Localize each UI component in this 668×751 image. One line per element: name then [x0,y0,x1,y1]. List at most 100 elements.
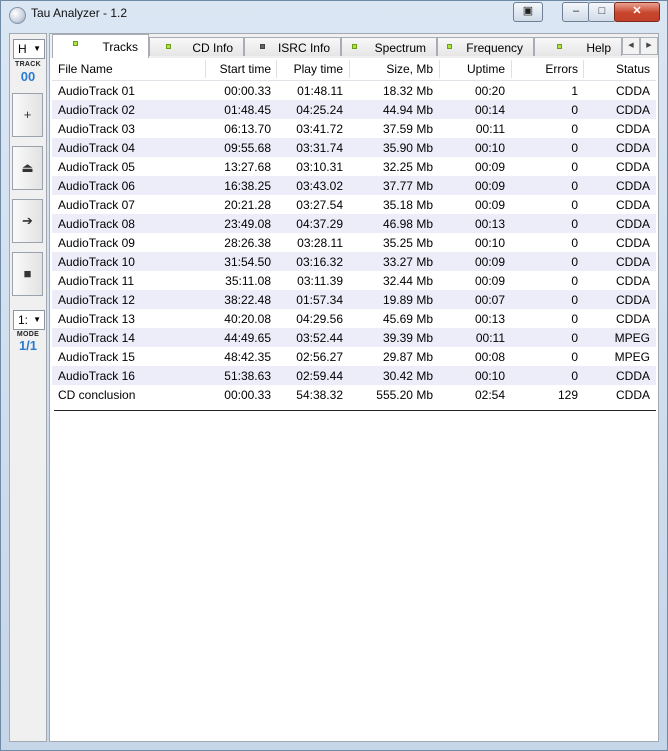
table-cell: 02:56.27 [296,350,343,364]
column-header-play-time[interactable]: Play time [294,62,343,76]
table-row[interactable]: AudioTrack 04 09:55.68 03:31.74 35.90 Mb 00:… [52,138,656,157]
table-cell: CDDA [615,274,650,288]
table-cell: 00:09 [474,160,505,174]
table-cell: AudioTrack 13 [58,312,135,326]
tab-help[interactable]: Help [534,37,622,56]
table-cell: AudioTrack 01 [58,84,135,98]
tab-isrc-info[interactable]: ISRC Info [244,37,341,56]
table-cell: 01:48.45 [224,103,271,117]
tab-label: Help [586,41,611,55]
table-cell: 03:28.11 [297,236,343,250]
plus-icon: + [23,107,32,122]
table-cell: 00:10 [474,236,505,250]
table-row[interactable]: AudioTrack 07 20:21.28 03:27.54 35.18 Mb 00:… [52,195,656,214]
table-cell: 03:52.44 [296,331,343,345]
column-separator[interactable] [439,60,440,78]
table-cell: 00:13 [474,312,505,326]
table-cell: 03:16.32 [296,255,343,269]
table-cell: AudioTrack 09 [58,236,135,250]
table-row[interactable]: AudioTrack 15 48:42.35 02:56.27 29.87 Mb 00:… [52,347,656,366]
table-cell: 00:20 [474,84,505,98]
table-cell: 29.87 Mb [382,350,433,364]
column-separator[interactable] [583,60,584,78]
table-row[interactable]: AudioTrack 14 44:49.65 03:52.44 39.39 Mb 00:… [52,328,656,347]
table-cell: AudioTrack 04 [58,141,135,155]
minimize-button[interactable]: – [562,2,590,22]
tab-label: Frequency [466,41,523,55]
table-row[interactable]: AudioTrack 09 28:26.38 03:28.11 35.25 Mb 00:… [52,233,656,252]
table-cell: CDDA [615,369,650,383]
eject-icon: ⏏ [21,160,34,175]
table-cell: 0 [571,274,578,288]
column-separator[interactable] [276,60,277,78]
table-cell: 0 [571,369,578,383]
table-cell: AudioTrack 16 [58,369,135,383]
table-cell: 0 [571,350,578,364]
table-cell: 28:26.38 [224,236,271,250]
table-cell: 45.69 Mb [382,312,433,326]
table-row[interactable]: AudioTrack 12 38:22.48 01:57.34 19.89 Mb 00:… [52,290,656,309]
table-row[interactable]: AudioTrack 13 40:20.08 04:29.56 45.69 Mb 00:… [52,309,656,328]
table-cell: 19.89 Mb [382,293,433,307]
maximize-button[interactable]: □ [588,2,616,22]
column-header-uptime[interactable]: Uptime [467,62,505,76]
table-cell: CDDA [615,198,650,212]
table-cell: 0 [571,312,578,326]
track-label: TRACK [15,61,41,68]
column-header-errors[interactable]: Errors [545,62,578,76]
table-cell: 20:21.28 [224,198,271,212]
play-button[interactable]: ➔ [12,199,43,243]
table-cell: 04:25.24 [296,103,343,117]
table-row[interactable]: AudioTrack 02 01:48.45 04:25.24 44.94 Mb 00:… [52,100,656,119]
column-separator[interactable] [511,60,512,78]
table-cell: 00:11 [475,122,505,136]
table-row[interactable]: AudioTrack 10 31:54.50 03:16.32 33.27 Mb 00:… [52,252,656,271]
table-cell: 00:11 [475,331,505,345]
tab-spectrum[interactable]: Spectrum [341,37,437,56]
table-row[interactable]: AudioTrack 05 13:27.68 03:10.31 32.25 Mb 00:… [52,157,656,176]
table-cell: 1 [571,84,578,98]
app-icon[interactable] [9,7,26,24]
table-cell: CDDA [615,217,650,231]
tab-cd-info[interactable]: CD Info [149,37,244,56]
table-cell: 35:11.08 [225,274,271,288]
table-row[interactable]: AudioTrack 16 51:38.63 02:59.44 30.42 Mb 00:… [52,366,656,385]
column-header-start-time[interactable]: Start time [220,62,271,76]
table-row[interactable]: AudioTrack 01 00:00.33 01:48.11 18.32 Mb 00:… [52,81,656,100]
eject-button[interactable]: ⏏ [12,146,43,190]
column-separator[interactable] [205,60,206,78]
window-extra-button[interactable]: ▣ [513,2,543,22]
column-separator[interactable] [349,60,350,78]
tab-tracks[interactable]: Tracks [52,34,149,58]
column-header-status[interactable]: Status [616,62,650,76]
track-selector[interactable]: H ▼ [13,39,45,59]
table-cell: 03:10.31 [296,160,343,174]
table-cell: AudioTrack 07 [58,198,135,212]
table-cell: CDDA [615,160,650,174]
title-bar[interactable]: Tau Analyzer - 1.2 ▣ – □ ✕ [1,1,667,27]
mode-selector[interactable]: 1: ▼ [13,310,45,330]
stop-button[interactable]: ■ [12,252,43,296]
table-cell: CD conclusion [58,388,136,402]
track-selector-value: H [18,42,27,56]
column-header-file-name[interactable]: File Name [58,62,113,76]
table-cell: 0 [571,122,578,136]
table-row[interactable]: AudioTrack 08 23:49.08 04:37.29 46.98 Mb 00:… [52,214,656,233]
close-button[interactable]: ✕ [614,2,660,22]
tab-frequency[interactable]: Frequency [437,37,534,56]
status-led-icon [352,44,357,49]
add-button[interactable]: + [12,93,43,137]
chevron-down-icon: ▼ [33,315,41,324]
table-cell: 00:09 [474,179,505,193]
table-cell: 0 [571,198,578,212]
chevron-down-icon: ▼ [33,44,41,53]
table-row[interactable]: AudioTrack 11 35:11.08 03:11.39 32.44 Mb 00:… [52,271,656,290]
table-cell: AudioTrack 08 [58,217,135,231]
table-row[interactable]: AudioTrack 03 06:13.70 03:41.72 37.59 Mb 00:… [52,119,656,138]
scroll-right-icon[interactable]: ▶ [640,37,658,55]
scroll-left-icon[interactable]: ◀ [622,37,640,55]
table-cell: 00:13 [474,217,505,231]
summary-row[interactable]: CD conclusion 00:00.33 54:38.32 555.20 Mb 02… [52,385,656,404]
table-row[interactable]: AudioTrack 06 16:38.25 03:43.02 37.77 Mb 00:… [52,176,656,195]
column-header-size[interactable]: Size, Mb [386,62,433,76]
